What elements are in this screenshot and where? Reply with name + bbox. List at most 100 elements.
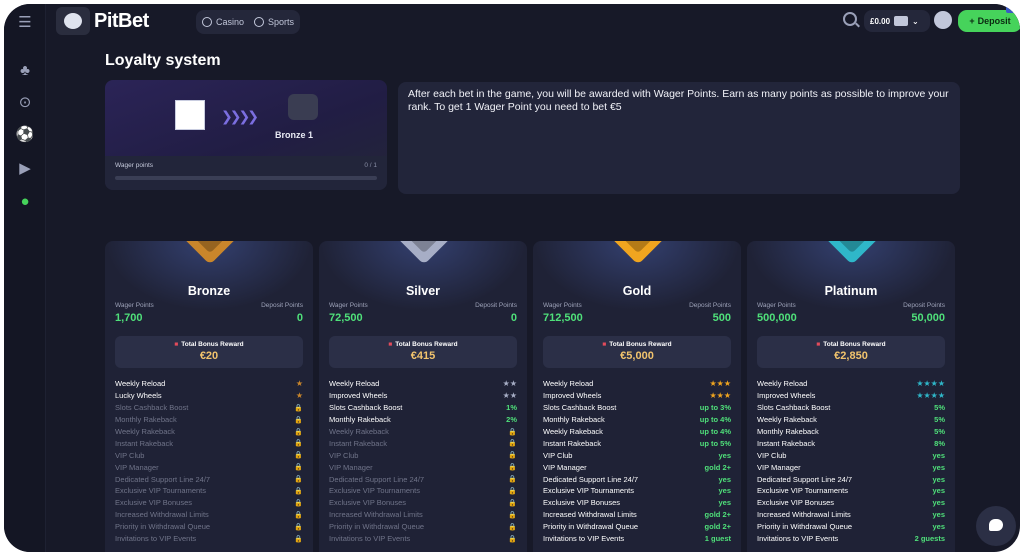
deposit-button[interactable]: + Deposit xyxy=(958,10,1020,32)
loyalty-icon[interactable]: ● xyxy=(15,191,35,211)
perk-row: Dedicated Support Line 24/7 🔒 xyxy=(115,473,303,485)
lock-icon: 🔒 xyxy=(508,511,517,519)
perk-row: VIP Manager 🔒 xyxy=(329,461,517,473)
perk-name: VIP Club xyxy=(115,450,145,460)
perk-row: VIP Manager yes xyxy=(757,461,945,473)
deposit-points-value: 0 xyxy=(510,312,517,324)
deposit-points-label: Deposit Points xyxy=(689,302,731,309)
nav-sports[interactable]: Sports xyxy=(254,17,294,27)
perk-name: Exclusive VIP Tournaments xyxy=(115,486,207,496)
games-icon[interactable]: ▶ xyxy=(15,158,35,178)
sports-icon[interactable]: ⚽ xyxy=(15,124,35,144)
perk-value: 1 guest xyxy=(704,534,731,544)
perk-row: Weekly Rakeback 5% xyxy=(757,414,945,426)
sports-nav-icon xyxy=(254,17,265,27)
perk-name: Exclusive VIP Tournaments xyxy=(543,486,635,496)
perk-row: Improved Wheels ★★★★ xyxy=(757,390,945,402)
perk-row: Increased Withdrawal Limits 🔒 xyxy=(115,509,303,521)
perk-name: Weekly Rakeback xyxy=(329,427,389,436)
deposit-points-label: Deposit Points xyxy=(261,302,303,309)
perk-value: 2% xyxy=(506,415,517,425)
perk-row: Priority in Withdrawal Queue gold 2+ xyxy=(543,521,731,533)
wager-points-label: Wager points xyxy=(115,162,154,169)
wager-points-value: 72,500 xyxy=(329,312,363,324)
perk-name: VIP Manager xyxy=(543,462,587,472)
next-rank-name: Bronze 1 xyxy=(275,130,314,140)
wager-points-label: Wager Points xyxy=(329,302,368,309)
chevron-down-icon: ⌄ xyxy=(912,16,919,26)
wager-points-label: Wager Points xyxy=(115,302,154,309)
perk-name: Invitations to VIP Events xyxy=(543,534,625,544)
perk-value: 2 guests xyxy=(914,534,945,544)
deposit-points-stat: Deposit Points 500 xyxy=(689,302,731,324)
perk-name: Priority in Withdrawal Queue xyxy=(757,522,853,532)
perk-row: Priority in Withdrawal Queue yes xyxy=(757,521,945,533)
perk-row: VIP Club yes xyxy=(757,449,945,461)
perk-row: Invitations to VIP Events 🔒 xyxy=(115,533,303,545)
perk-row: Instant Rakeback 🔒 xyxy=(115,437,303,449)
perk-name: Monthly Rakeback xyxy=(757,427,819,436)
perk-name: Exclusive VIP Bonuses xyxy=(543,498,620,508)
menu-icon[interactable]: ☰ xyxy=(15,12,35,32)
next-rank-lock-icon xyxy=(288,94,318,120)
wager-points-label: Wager Points xyxy=(543,302,582,309)
perk-name: Exclusive VIP Tournaments xyxy=(757,486,849,496)
perk-name: Weekly Reload xyxy=(543,379,594,389)
lock-icon: 🔒 xyxy=(508,452,517,460)
perk-name: VIP Club xyxy=(543,450,573,460)
logo[interactable]: PitBet xyxy=(56,6,149,36)
reward-label: Total Bonus Reward xyxy=(115,341,303,348)
perk-value: 5% xyxy=(934,403,945,413)
wager-points-value: 1,700 xyxy=(115,312,143,324)
perk-value: yes xyxy=(932,510,945,520)
rank-progress-card: ❯❯❯❯ Bronze 1 Wager points 0 / 1 xyxy=(105,80,387,190)
perk-name: Lucky Wheels xyxy=(115,391,162,401)
perk-list: Weekly Reload ★★★ Improved Wheels ★★★ Sl… xyxy=(543,378,731,544)
perk-row: Improved Wheels ★★ xyxy=(329,390,517,402)
lock-icon: 🔒 xyxy=(508,476,517,484)
perk-row: Weekly Rakeback 🔒 xyxy=(329,426,517,438)
lock-icon: 🔒 xyxy=(294,499,303,507)
perk-row: Monthly Rakeback 2% xyxy=(329,414,517,426)
perk-name: Instant Rakeback xyxy=(543,438,601,448)
casino-icon[interactable]: ♣ xyxy=(15,60,35,80)
perk-value: yes xyxy=(932,450,945,460)
chat-button[interactable] xyxy=(976,506,1016,546)
search-icon[interactable] xyxy=(843,12,857,26)
perk-name: VIP Club xyxy=(757,450,787,460)
perk-name: Instant Rakeback xyxy=(757,438,815,448)
perk-row: VIP Manager 🔒 xyxy=(115,461,303,473)
tier-card-platinum: Platinum Wager Points 500,000 Deposit Po… xyxy=(747,241,955,552)
perk-name: Increased Withdrawal Limits xyxy=(543,510,637,520)
wager-progress-track xyxy=(115,176,377,180)
perk-name: Instant Rakeback xyxy=(329,438,387,448)
nav-casino[interactable]: Casino xyxy=(202,17,244,27)
perk-row: Monthly Rakeback 5% xyxy=(757,426,945,438)
perk-name: Exclusive VIP Bonuses xyxy=(329,498,406,508)
perk-name: Weekly Reload xyxy=(757,379,808,389)
wager-points-stat: Wager Points 712,500 xyxy=(543,302,583,324)
lock-icon: 🔒 xyxy=(294,464,303,472)
nav-casino-label: Casino xyxy=(216,17,245,27)
current-rank-image xyxy=(175,100,205,130)
language-flag-icon[interactable] xyxy=(1006,4,1020,13)
perk-name: VIP Manager xyxy=(329,462,373,472)
perk-row: Dedicated Support Line 24/7 yes xyxy=(543,473,731,485)
live-icon[interactable]: ⊙ xyxy=(15,92,35,112)
perk-name: Increased Withdrawal Limits xyxy=(757,510,851,520)
wager-points-value: 500,000 xyxy=(757,312,797,324)
balance-selector[interactable]: £0.00 ⌄ xyxy=(864,10,930,32)
plus-icon: + xyxy=(969,16,975,26)
perk-value: yes xyxy=(718,450,731,460)
perk-name: Weekly Rakeback xyxy=(543,427,603,436)
user-avatar-icon[interactable] xyxy=(934,11,952,29)
perk-value: gold 2+ xyxy=(704,510,731,520)
sidebar: ☰ ♣ ⊙ ⚽ ▶ ● xyxy=(4,4,46,552)
logo-bulldog-icon xyxy=(56,7,90,35)
perk-value: yes xyxy=(718,498,731,508)
perk-row: Priority in Withdrawal Queue 🔒 xyxy=(115,521,303,533)
perk-row: Slots Cashback Boost 1% xyxy=(329,402,517,414)
perk-row: Increased Withdrawal Limits gold 2+ xyxy=(543,509,731,521)
total-bonus-reward: Total Bonus Reward €2,850 xyxy=(757,336,945,368)
wager-points-stat: Wager Points 500,000 xyxy=(757,302,797,324)
